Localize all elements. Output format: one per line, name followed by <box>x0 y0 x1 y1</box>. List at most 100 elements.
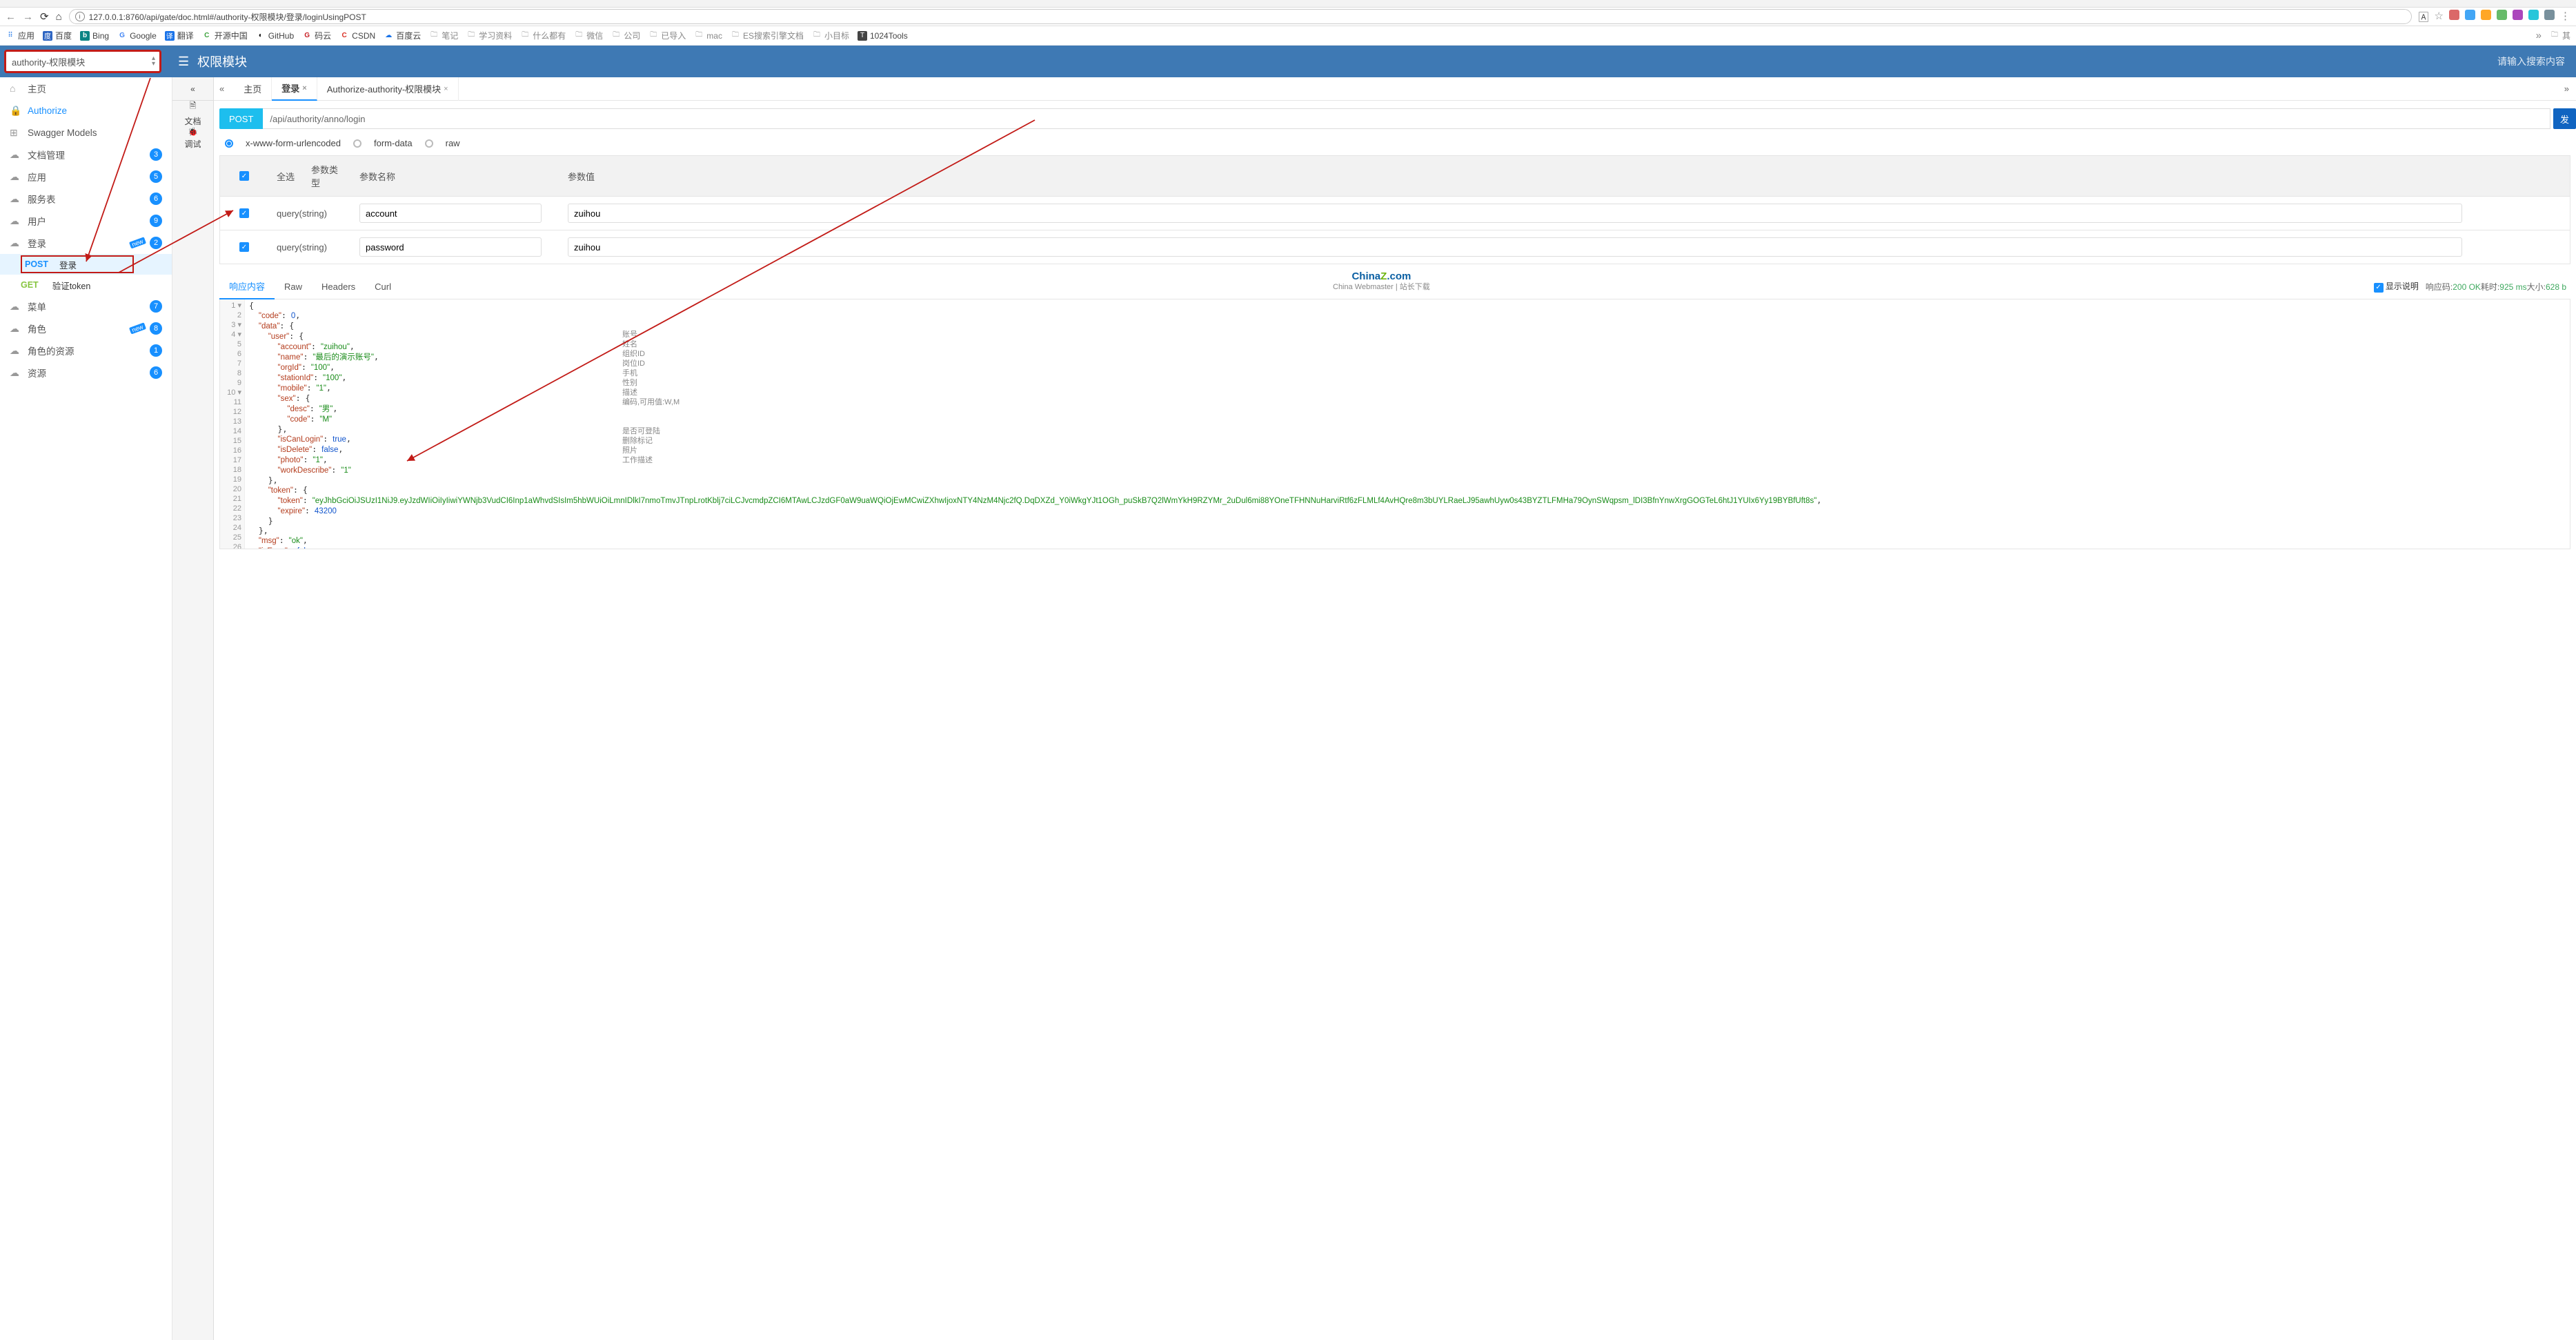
param-name-input[interactable] <box>359 204 542 223</box>
ext-icon[interactable] <box>2465 10 2475 20</box>
reload-icon[interactable]: ⟳ <box>40 10 49 23</box>
ext-icon[interactable] <box>2513 10 2523 20</box>
bug-icon: 🐞 <box>188 127 198 137</box>
param-value-input[interactable] <box>568 237 2462 257</box>
radio-formdata[interactable] <box>353 139 361 148</box>
bookmark[interactable]: G码云 <box>302 30 331 41</box>
line-gutter: 1 ▾23 ▾4 ▾5678910 ▾111213141516171819202… <box>220 299 245 549</box>
rtab-body[interactable]: 响应内容 <box>219 274 275 299</box>
sidebar-item[interactable]: 🔒Authorize <box>0 99 172 121</box>
rail-doc[interactable]: 🗎文档 <box>172 101 213 126</box>
count-badge: 6 <box>150 193 162 205</box>
bookmark[interactable]: 🗀微信 <box>574 30 603 41</box>
site-info-icon[interactable]: i <box>75 12 85 21</box>
close-icon[interactable]: × <box>444 85 448 93</box>
apps-button[interactable]: ⠿应用 <box>6 30 34 41</box>
bookmark[interactable]: 度百度 <box>43 30 72 41</box>
rtab-curl[interactable]: Curl <box>365 276 401 297</box>
bookmark[interactable]: 🗀其 <box>2550 30 2570 41</box>
new-badge: new <box>129 237 146 248</box>
search-input[interactable]: 请输入搜索内容 <box>2497 55 2565 68</box>
show-desc-checkbox[interactable]: ✓ <box>2374 283 2384 293</box>
tabs-scroll-right[interactable]: » <box>2564 83 2569 94</box>
sidebar-subitem[interactable]: GET验证token <box>0 275 172 295</box>
checkbox-all[interactable]: ✓ <box>239 171 249 181</box>
bookmark[interactable]: ◐GitHub <box>256 31 294 41</box>
menu-icon[interactable]: ☰ <box>178 55 189 69</box>
send-button[interactable]: 发 <box>2553 108 2576 129</box>
module-select[interactable]: authority-权限模块 ▴▾ <box>4 50 161 73</box>
sidebar-item[interactable]: ☁角色的资源1 <box>0 339 172 362</box>
bookmark[interactable]: GGoogle <box>117 31 157 41</box>
row-checkbox[interactable]: ✓ <box>239 242 249 252</box>
sidebar-item[interactable]: ☁资源6 <box>0 362 172 384</box>
sidebar-item[interactable]: ☁登录new2 <box>0 232 172 254</box>
col-type: 参数类型 <box>303 156 351 196</box>
sidebar: ⌂主页🔒Authorize⊞Swagger Models☁文档管理3☁应用5☁服… <box>0 77 172 1340</box>
row-checkbox[interactable]: ✓ <box>239 208 249 218</box>
bookmark[interactable]: 🗀ES搜索引擎文档 <box>731 30 804 41</box>
bookmark[interactable]: bBing <box>80 31 109 41</box>
address-bar[interactable]: i 127.0.0.1:8760/api/gate/doc.html#/auth… <box>69 9 2412 24</box>
radio-raw[interactable] <box>425 139 433 148</box>
bookmark[interactable]: 🗀小目标 <box>812 30 849 41</box>
star-icon[interactable]: ☆ <box>2435 10 2444 24</box>
sidebar-subitem[interactable]: POST登录 <box>0 254 172 275</box>
bookmark[interactable]: ☁百度云 <box>384 30 421 41</box>
sidebar-item[interactable]: ☁服务表6 <box>0 188 172 210</box>
param-type: query(string) <box>268 230 351 264</box>
col-selectall: 全选 <box>268 156 303 196</box>
bookmark[interactable]: 🗀公司 <box>611 30 640 41</box>
ext-icon[interactable] <box>2497 10 2507 20</box>
sidebar-item[interactable]: ⌂主页 <box>0 77 172 99</box>
translate-icon[interactable]: 🄰 <box>2419 10 2429 24</box>
bookmarks-overflow-icon[interactable]: » <box>2536 30 2542 41</box>
bookmark[interactable]: C开源中国 <box>202 30 248 41</box>
bookmark[interactable]: T1024Tools <box>858 31 908 41</box>
rtab-raw[interactable]: Raw <box>275 276 312 297</box>
rtab-headers[interactable]: Headers <box>312 276 365 297</box>
sidebar-item[interactable]: ☁应用5 <box>0 166 172 188</box>
param-name-input[interactable] <box>359 237 542 257</box>
sidebar-item[interactable]: ☁用户9 <box>0 210 172 232</box>
back-icon[interactable]: ← <box>6 11 16 23</box>
ext-icon[interactable] <box>2528 10 2539 20</box>
bookmark[interactable]: 译翻译 <box>165 30 194 41</box>
ext-icon[interactable] <box>2544 10 2555 20</box>
param-value-input[interactable] <box>568 204 2462 223</box>
sidebar-item[interactable]: ☁角色new8 <box>0 317 172 339</box>
bookmark[interactable]: 🗀mac <box>694 31 722 41</box>
count-badge: 2 <box>150 237 162 249</box>
chevron-updown-icon: ▴▾ <box>152 56 155 67</box>
tab-home[interactable]: 主页 <box>234 77 272 101</box>
sidebar-item[interactable]: ☁文档管理3 <box>0 144 172 166</box>
page-title: 权限模块 <box>197 52 247 70</box>
bookmark[interactable]: CCSDN <box>339 31 375 41</box>
rail-debug[interactable]: 🐞调试 <box>172 126 213 150</box>
tab-login[interactable]: 登录× <box>272 77 317 101</box>
count-badge: 6 <box>150 366 162 379</box>
bookmarks-bar: ⠿应用 度百度 bBing GGoogle 译翻译 C开源中国 ◐GitHub … <box>0 26 2576 46</box>
cloud-icon: ☁ <box>10 171 22 183</box>
forward-icon[interactable]: → <box>23 11 33 23</box>
app-header: authority-权限模块 ▴▾ ☰ 权限模块 请输入搜索内容 <box>0 46 2576 77</box>
home-icon[interactable]: ⌂ <box>56 11 62 23</box>
tab-authorize[interactable]: Authorize-authority-权限模块× <box>317 77 459 101</box>
bookmark[interactable]: 🗀笔记 <box>429 30 458 41</box>
ext-icon[interactable] <box>2481 10 2491 20</box>
ext-icon[interactable] <box>2449 10 2459 20</box>
api-path-input[interactable]: /api/authority/anno/login <box>263 108 2550 129</box>
collapse-button[interactable]: « <box>172 77 213 101</box>
bookmark[interactable]: 🗀什么都有 <box>520 30 566 41</box>
radio-xform[interactable] <box>225 139 233 148</box>
sidebar-item[interactable]: ☁菜单7 <box>0 295 172 317</box>
bookmark[interactable]: 🗀学习资料 <box>466 30 512 41</box>
code-body[interactable]: { "code": 0, "data": { "user": { "accoun… <box>245 299 2570 549</box>
count-badge: 5 <box>150 170 162 183</box>
more-icon[interactable]: ⋮ <box>2560 10 2570 24</box>
sidebar-item[interactable]: ⊞Swagger Models <box>0 121 172 144</box>
close-icon[interactable]: × <box>302 84 306 92</box>
tabs-scroll-left[interactable]: « <box>219 83 224 94</box>
bookmark[interactable]: 🗀已导入 <box>648 30 686 41</box>
module-select-value: authority-权限模块 <box>12 55 85 68</box>
